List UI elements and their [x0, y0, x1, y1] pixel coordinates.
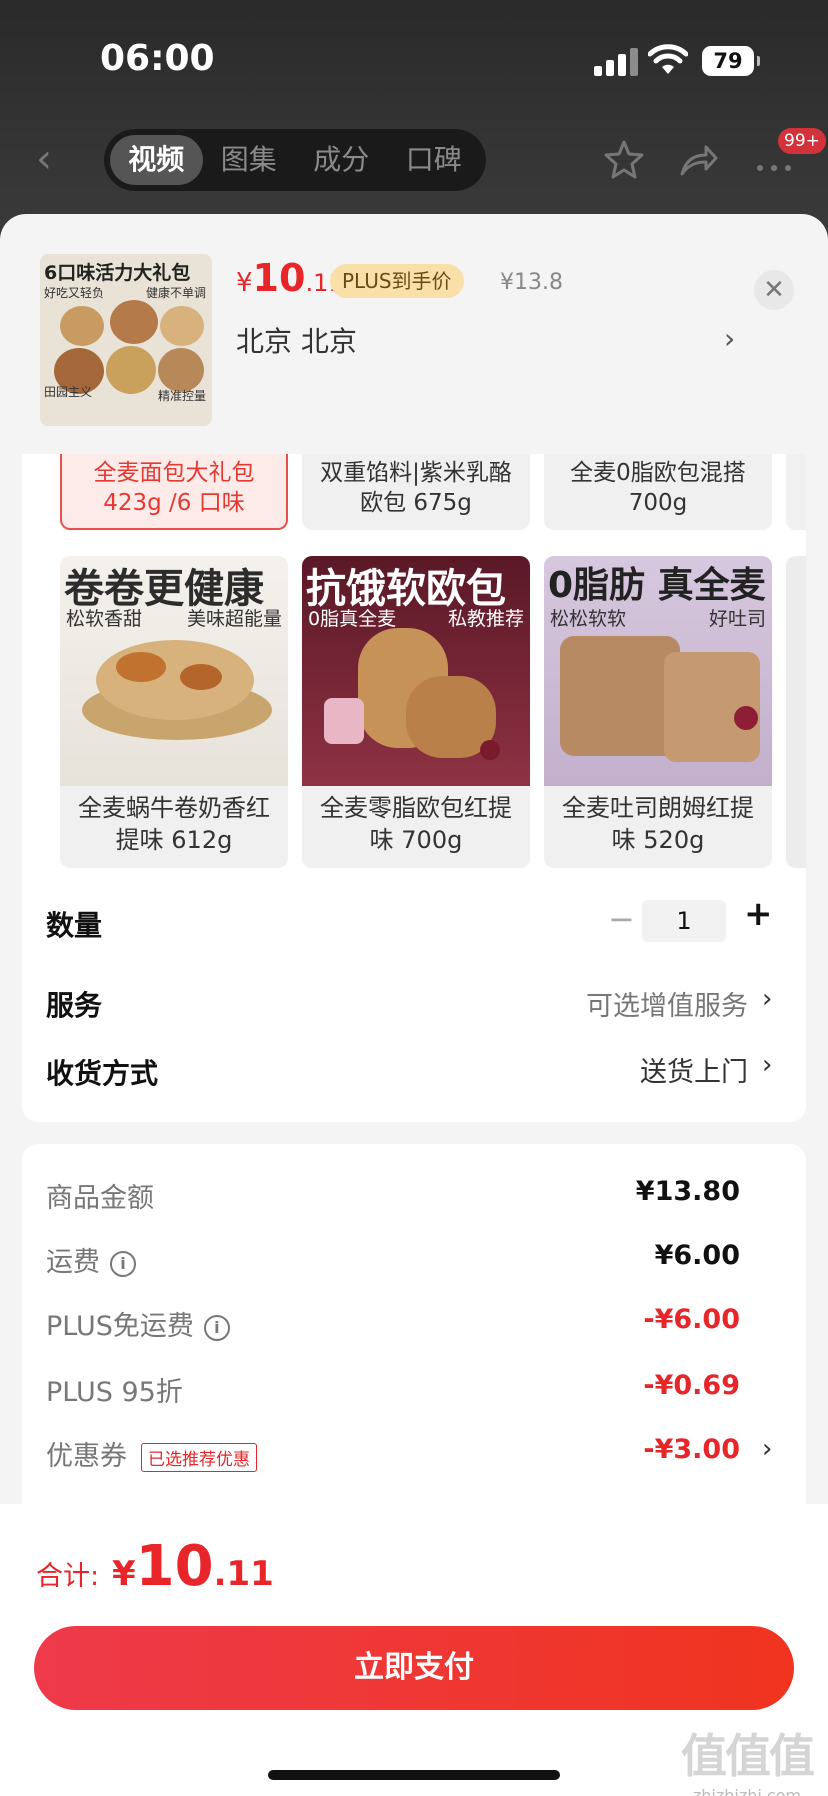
battery-icon: 79 — [702, 46, 760, 76]
variant-image: 卷卷更健康 松软香甜 美味超能量 — [60, 556, 288, 786]
product-thumbnail: 6口味活力大礼包 好吃又轻负 健康不单调 田园主义 精准控量 — [40, 254, 212, 426]
plus-price-tag: PLUS到手价 — [330, 264, 464, 298]
coupon-tag: 已选推荐优惠 — [141, 1443, 257, 1472]
variant-image: 0脂肪 真全麦 松松软软 好吐司 — [544, 556, 772, 786]
shipping-value: ¥6.00 — [654, 1240, 740, 1271]
variant-option-partial[interactable] — [786, 454, 806, 530]
plus-discount-value: -¥0.69 — [643, 1370, 740, 1401]
variant-card[interactable]: 0脂肪 真全麦 松松软软 好吐司 全麦吐司朗姆红提 味 520g — [544, 556, 772, 868]
wifi-icon — [648, 44, 688, 74]
plus-free-shipping-label: PLUS免运费 — [46, 1311, 194, 1342]
thumb-tag: 精准控量 — [157, 389, 206, 403]
goods-amount-value: ¥13.80 — [635, 1176, 740, 1207]
variant-name: 全麦零脂欧包红提 味 700g — [320, 794, 512, 854]
chevron-right-icon[interactable]: › — [724, 322, 735, 355]
variant-option[interactable]: 全麦面包大礼包 423g /6 口味 — [60, 454, 288, 530]
coupon-row[interactable]: 优惠券 已选推荐优惠 — [46, 1434, 257, 1473]
shipping-label: 运费 — [46, 1247, 100, 1278]
coupon-value[interactable]: -¥3.00 — [643, 1434, 740, 1465]
delivery-method-value[interactable]: 送货上门 — [640, 1050, 748, 1089]
variant-name: 全麦吐司朗姆红提 味 520g — [562, 794, 754, 854]
tab-reviews[interactable]: 口碑 — [388, 135, 481, 185]
thumb-title: 6口味活力大礼包 — [44, 262, 191, 284]
variant-option[interactable]: 双重馅料|紫米乳酪 欧包 675g — [302, 454, 530, 530]
price-breakdown-card: 商品金额 ¥13.80 运费 i ¥6.00 PLUS免运费 i -¥6.00 PL… — [22, 1144, 806, 1504]
variant-headline: 0脂肪 真全麦 — [548, 565, 766, 606]
quantity-decrement-button[interactable]: − — [608, 900, 635, 938]
star-icon[interactable] — [602, 138, 646, 182]
cellular-signal-icon — [594, 46, 638, 76]
close-button[interactable]: ✕ — [754, 270, 794, 310]
quantity-increment-button[interactable]: + — [744, 894, 773, 934]
status-time: 06:00 — [100, 38, 215, 79]
quantity-input[interactable]: 1 — [642, 900, 726, 942]
share-icon[interactable] — [676, 138, 720, 182]
delivery-address[interactable]: 北京 北京 — [236, 320, 357, 360]
variant-card-partial[interactable] — [786, 556, 806, 868]
site-watermark: 值值值 zhizhizhi.com — [681, 1729, 815, 1796]
total-label: 合计: — [36, 1561, 100, 1592]
home-indicator — [268, 1770, 560, 1780]
service-value[interactable]: 可选增值服务 — [586, 984, 748, 1023]
media-tabs: 视频 图集 成分 口碑 — [104, 129, 486, 191]
info-icon[interactable]: i — [203, 1314, 230, 1341]
goods-amount-label: 商品金额 — [46, 1183, 154, 1214]
back-arrow-icon[interactable]: ‹ — [36, 136, 70, 186]
thumb-subtitle-right: 健康不单调 — [145, 286, 206, 300]
variant-card[interactable]: 抗饿软欧包 0脂真全麦 私教推荐 全麦零脂欧包红提 味 700g — [302, 556, 530, 868]
thumb-brand: 田园主义 — [44, 385, 93, 399]
tab-ingredients[interactable]: 成分 — [295, 135, 388, 185]
variant-name: 全麦蜗牛卷奶香红 提味 612g — [78, 794, 270, 854]
chevron-right-icon[interactable]: › — [762, 1434, 772, 1464]
info-icon[interactable]: i — [110, 1250, 136, 1277]
product-nav-bar: ‹ 视频 图集 成分 口碑 99+ — [0, 124, 828, 200]
chevron-right-icon[interactable]: › — [762, 984, 772, 1014]
delivery-method-label: 收货方式 — [46, 1057, 159, 1090]
total-amount: ¥10.11 — [112, 1534, 274, 1599]
plus-free-shipping-value: -¥6.00 — [643, 1304, 740, 1335]
original-price: ¥13.8 — [500, 270, 563, 295]
status-bar: 06:00 79 — [0, 0, 828, 120]
tab-gallery[interactable]: 图集 — [203, 135, 296, 185]
quantity-label: 数量 — [46, 909, 103, 942]
plus-free-shipping-row: PLUS免运费 i — [46, 1304, 230, 1343]
variant-image: 抗饿软欧包 0脂真全麦 私教推荐 — [302, 556, 530, 786]
plus-price: ¥10.11 — [236, 256, 344, 300]
message-badge: 99+ — [778, 128, 826, 154]
plus-discount-label: PLUS 95折 — [46, 1377, 183, 1408]
variant-card[interactable]: 卷卷更健康 松软香甜 美味超能量 全麦蜗牛卷奶香红 提味 612g — [60, 556, 288, 868]
pay-now-button[interactable]: 立即支付 — [34, 1626, 794, 1710]
tab-video[interactable]: 视频 — [110, 135, 203, 185]
purchase-sheet-header: 6口味活力大礼包 好吃又轻负 健康不单调 田园主义 精准控量 ¥10.11 PL… — [0, 214, 828, 454]
coupon-label: 优惠券 — [46, 1441, 127, 1472]
variant-option[interactable]: 全麦0脂欧包混搭 700g — [544, 454, 772, 530]
chevron-right-icon[interactable]: › — [762, 1050, 772, 1080]
thumb-subtitle-left: 好吃又轻负 — [44, 286, 105, 300]
options-card: 全麦面包大礼包 423g /6 口味 双重馅料|紫米乳酪 欧包 675g 全麦0… — [22, 454, 806, 1122]
service-label: 服务 — [46, 989, 103, 1022]
shipping-row: 运费 i — [46, 1240, 136, 1279]
checkout-bar: 合计: ¥10.11 立即支付 值值值 zhizhizhi.com — [0, 1504, 828, 1796]
